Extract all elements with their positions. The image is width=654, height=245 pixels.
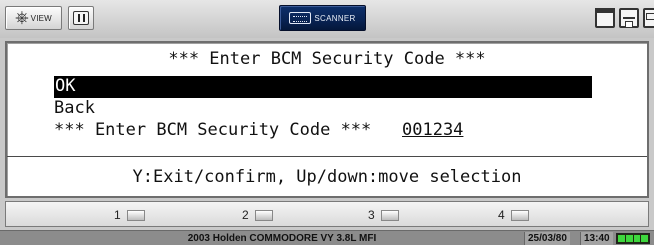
function-key-2-indicator-icon bbox=[254, 209, 273, 221]
function-key-1-indicator-icon bbox=[126, 209, 145, 221]
view-icon: ⎈ bbox=[15, 7, 29, 28]
screen-title: *** Enter BCM Security Code *** bbox=[168, 49, 486, 69]
security-code-prompt: *** Enter BCM Security Code *** bbox=[54, 120, 372, 140]
function-key-1-label: 1 bbox=[114, 208, 121, 222]
save-icon[interactable] bbox=[643, 8, 654, 28]
option-back[interactable]: Back bbox=[54, 98, 95, 119]
scanner-button[interactable]: SCANNER bbox=[279, 5, 366, 31]
help-text: Y:Exit/confirm, Up/down:move selection bbox=[132, 167, 522, 187]
scanner-icon bbox=[289, 12, 312, 24]
function-key-3-label: 3 bbox=[368, 208, 375, 222]
function-key-4-indicator-icon bbox=[510, 209, 529, 221]
function-key-3-indicator-icon bbox=[380, 209, 399, 221]
option-ok[interactable]: OK bbox=[54, 76, 592, 98]
status-date: 25/03/80 bbox=[524, 232, 570, 245]
view-button[interactable]: ⎈ VIEW bbox=[5, 6, 62, 30]
function-key-2-label: 2 bbox=[242, 208, 249, 222]
battery-icon bbox=[616, 233, 650, 244]
pause-button[interactable] bbox=[68, 6, 94, 30]
scanner-button-label: SCANNER bbox=[314, 13, 356, 23]
window-icon[interactable] bbox=[595, 8, 615, 28]
function-key-2[interactable]: 2 bbox=[242, 206, 273, 224]
function-key-4[interactable]: 4 bbox=[498, 206, 529, 224]
status-bar: 2003 Holden COMMODORE VY 3.8L MFI 25/03/… bbox=[0, 230, 654, 245]
scan-tool-screen: *** Enter BCM Security Code *** OK Back … bbox=[5, 41, 649, 198]
function-key-3[interactable]: 3 bbox=[368, 206, 399, 224]
security-code-gap bbox=[371, 120, 402, 140]
status-time: 13:40 bbox=[580, 232, 613, 245]
view-button-label: VIEW bbox=[30, 13, 52, 23]
print-icon[interactable] bbox=[619, 8, 639, 28]
function-key-strip: 1 2 3 4 bbox=[5, 201, 649, 227]
help-divider bbox=[7, 156, 647, 157]
function-key-1[interactable]: 1 bbox=[114, 206, 145, 224]
function-key-4-label: 4 bbox=[498, 208, 505, 222]
pause-icon bbox=[73, 11, 89, 25]
top-toolbar: ⎈ VIEW SCANNER bbox=[0, 0, 654, 38]
vehicle-info: 2003 Holden COMMODORE VY 3.8L MFI bbox=[187, 233, 377, 244]
security-code-row: *** Enter BCM Security Code *** 001234 bbox=[54, 120, 463, 141]
security-code-value[interactable]: 001234 bbox=[402, 120, 463, 140]
